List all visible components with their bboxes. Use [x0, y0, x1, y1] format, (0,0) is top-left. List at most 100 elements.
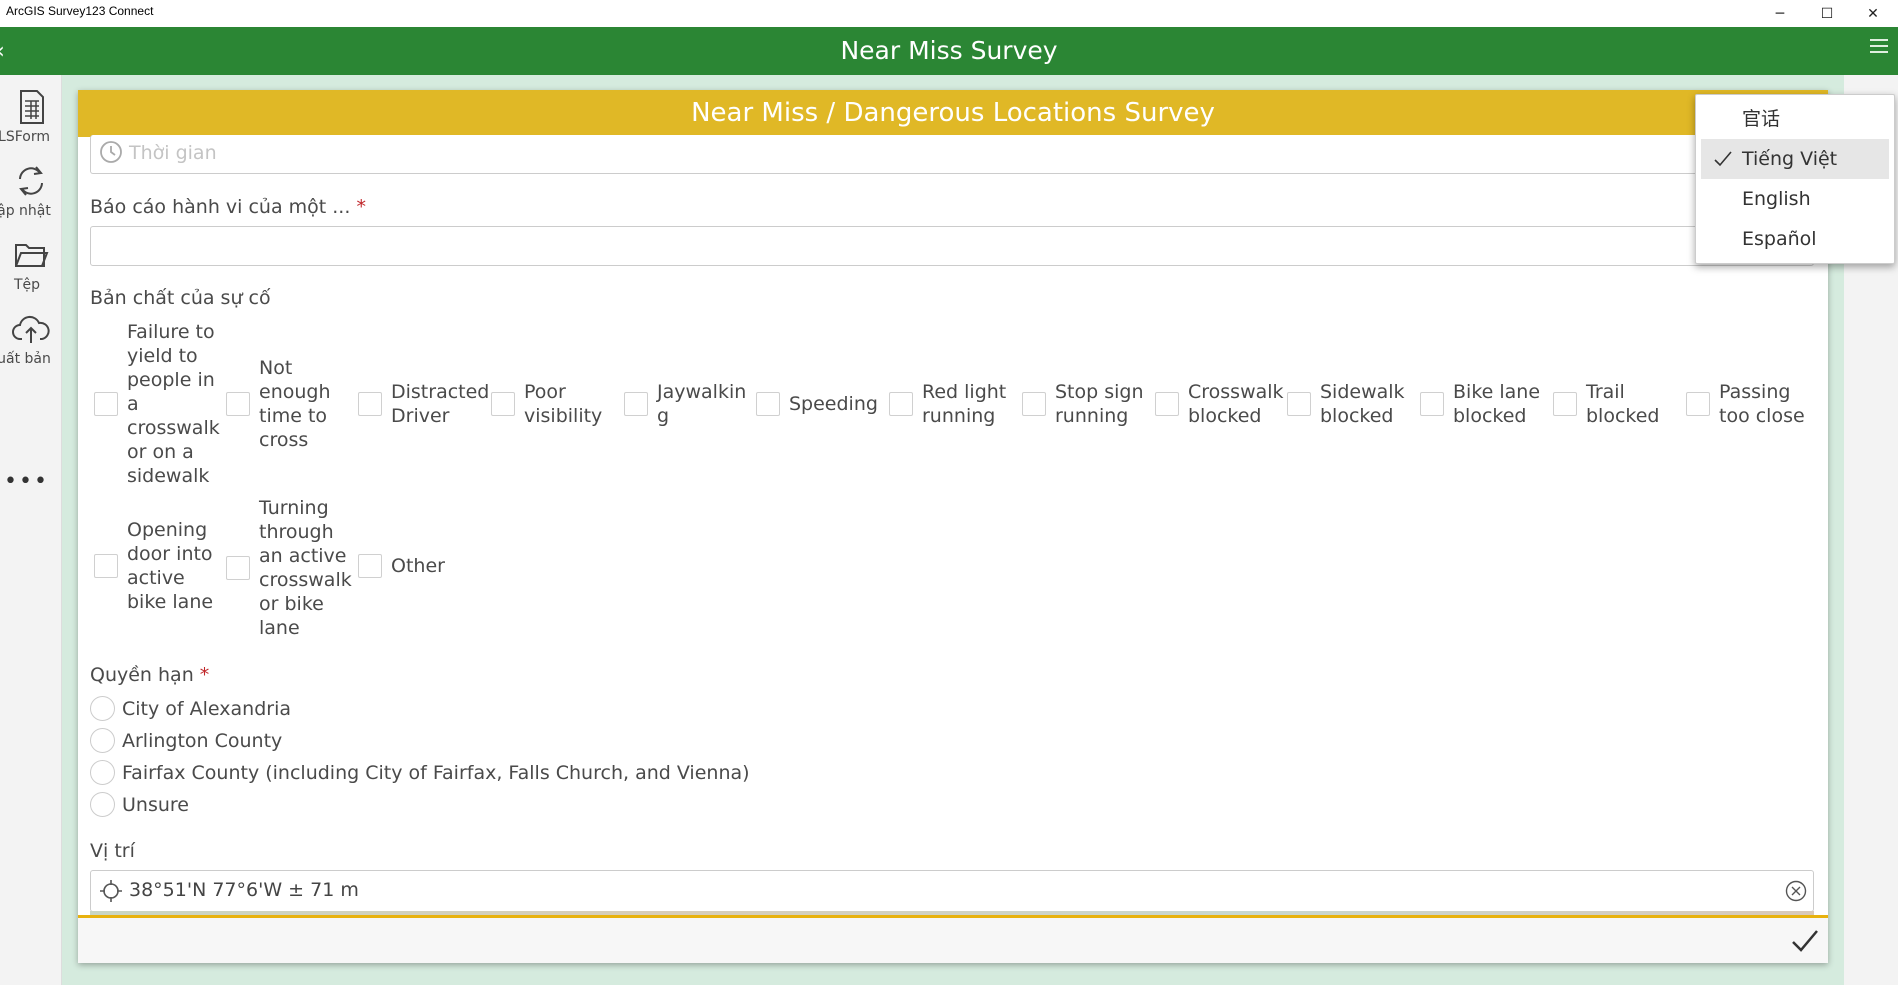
checkbox-passing-too-close[interactable]: Passing too close: [1686, 380, 1827, 428]
checkbox-box[interactable]: [1287, 392, 1311, 416]
checkbox-poor-visibility[interactable]: Poor visibility: [491, 380, 614, 428]
checkbox-not-enough-time[interactable]: Not enough time to cross: [226, 356, 337, 452]
radio-label: Unsure: [122, 793, 189, 816]
checkbox-label: Not enough time to cross: [259, 357, 331, 451]
time-placeholder: Thời gian: [129, 142, 217, 164]
minimize-button[interactable]: ─: [1758, 0, 1802, 27]
checkbox-label: Trail blocked: [1586, 381, 1660, 427]
report-label: Báo cáo hành vi của một ... *: [90, 196, 366, 218]
checkbox-distracted-driver[interactable]: Distracted Driver: [358, 380, 491, 428]
radio-circle[interactable]: [90, 792, 115, 817]
checkbox-box[interactable]: [1553, 392, 1577, 416]
checkbox-label: Speeding: [789, 393, 878, 415]
checkbox-label: Red light running: [922, 381, 1007, 427]
checkbox-label: Turning through an active crosswalk or b…: [259, 497, 352, 639]
checkbox-bike-lane-blocked[interactable]: Bike lane blocked: [1420, 380, 1545, 428]
checkbox-failure-to-yield[interactable]: Failure to yield to people in a crosswal…: [94, 320, 220, 488]
location-label: Vị trí: [90, 840, 135, 862]
sidebar-item-label: uất bản: [0, 351, 51, 367]
checkbox-label: Bike lane blocked: [1453, 381, 1541, 427]
checkbox-label: Stop sign running: [1055, 381, 1144, 427]
radio-circle[interactable]: [90, 728, 115, 753]
radio-label: City of Alexandria: [122, 697, 291, 720]
checkbox-box[interactable]: [94, 554, 118, 578]
checkbox-turning-through[interactable]: Turning through an active crosswalk or b…: [226, 496, 353, 640]
sidebar-item-label: LSForm: [0, 129, 50, 145]
checkbox-speeding[interactable]: Speeding: [756, 392, 883, 416]
required-mark: *: [199, 664, 210, 686]
sidebar-item-files[interactable]: Tệp: [0, 237, 62, 293]
more-options-button[interactable]: •••: [4, 469, 49, 494]
checkbox-trail-blocked[interactable]: Trail blocked: [1553, 380, 1676, 428]
radio-label: Arlington County: [122, 729, 283, 752]
checkbox-jaywalking[interactable]: Jaywalking: [624, 380, 749, 428]
language-option-mandarin[interactable]: 官话: [1696, 99, 1896, 139]
radio-arlington-county[interactable]: Arlington County: [90, 728, 282, 753]
checkbox-crosswalk-blocked[interactable]: Crosswalk blocked: [1155, 380, 1288, 428]
close-window-button[interactable]: ✕: [1851, 0, 1895, 27]
sidebar-item-label: Tệp: [13, 277, 41, 293]
checkbox-opening-door[interactable]: Opening door into active bike lane: [94, 518, 217, 614]
app-bar: ‹ Near Miss Survey: [0, 27, 1898, 75]
checkbox-label: Crosswalk blocked: [1188, 381, 1284, 427]
sidebar-item-label: ập nhật: [0, 203, 51, 219]
maximize-button[interactable]: ☐: [1805, 0, 1849, 27]
location-input[interactable]: 38°51'N 77°6'W ± 71 m: [90, 870, 1814, 912]
form-header: Near Miss / Dangerous Locations Survey: [78, 90, 1828, 137]
checkbox-box[interactable]: [624, 392, 648, 416]
checkbox-box[interactable]: [491, 392, 515, 416]
sidebar-item-publish[interactable]: uất bản: [0, 311, 62, 367]
radio-fairfax-county[interactable]: Fairfax County (including City of Fairfa…: [90, 760, 750, 785]
language-option-spanish[interactable]: Español: [1696, 219, 1896, 259]
jurisdiction-label-text: Quyền hạn: [90, 664, 194, 686]
radio-city-of-alexandria[interactable]: City of Alexandria: [90, 696, 291, 721]
checkbox-label: Poor visibility: [524, 381, 603, 427]
checkbox-box[interactable]: [1420, 392, 1444, 416]
language-option-english[interactable]: English: [1696, 179, 1896, 219]
form-footer: [78, 915, 1828, 963]
checkbox-box[interactable]: [1022, 392, 1046, 416]
language-option-vietnamese[interactable]: Tiếng Việt: [1701, 139, 1889, 179]
checkbox-label: Jaywalking: [657, 381, 747, 427]
time-input[interactable]: Thời gian: [90, 135, 1814, 174]
checkbox-box[interactable]: [94, 392, 118, 416]
checkbox-stop-sign-running[interactable]: Stop sign running: [1022, 380, 1150, 428]
radio-unsure[interactable]: Unsure: [90, 792, 189, 817]
clear-icon[interactable]: [1785, 880, 1807, 902]
jurisdiction-label: Quyền hạn *: [90, 664, 209, 686]
checkbox-box[interactable]: [889, 392, 913, 416]
language-menu: 官话 Tiếng Việt English Español: [1695, 94, 1895, 264]
survey-form: Near Miss / Dangerous Locations Survey T…: [78, 90, 1828, 963]
checkbox-box[interactable]: [1155, 392, 1179, 416]
sidebar-item-update[interactable]: ập nhật: [0, 163, 62, 219]
submit-check-icon[interactable]: [1790, 927, 1820, 955]
checkbox-label: Other: [391, 555, 445, 577]
checkbox-box[interactable]: [226, 556, 250, 580]
folder-icon: [15, 244, 49, 267]
crosshair-icon: [100, 880, 122, 902]
checkbox-other[interactable]: Other: [358, 554, 471, 578]
sidebar-item-xlsform[interactable]: LSForm: [0, 89, 62, 145]
radio-circle[interactable]: [90, 696, 115, 721]
required-mark: *: [356, 196, 366, 218]
checkbox-label: Sidewalk blocked: [1320, 381, 1405, 427]
nature-label: Bản chất của sự cố: [90, 287, 271, 309]
left-sidebar: LSForm ập nhật Tệp uất bản •••: [0, 75, 62, 985]
checkbox-box[interactable]: [358, 392, 382, 416]
radio-circle[interactable]: [90, 760, 115, 785]
checkbox-sidewalk-blocked[interactable]: Sidewalk blocked: [1287, 380, 1412, 428]
cloud-upload-icon: [12, 315, 50, 343]
checkbox-red-light-running[interactable]: Red light running: [889, 380, 1012, 428]
report-input[interactable]: [90, 226, 1814, 266]
checkbox-box[interactable]: [358, 554, 382, 578]
checkbox-label: Failure to yield to people in a crosswal…: [127, 321, 220, 487]
language-option-label: Tiếng Việt: [1742, 148, 1838, 170]
clock-icon: [100, 141, 122, 163]
checkbox-box[interactable]: [226, 392, 250, 416]
checkbox-box[interactable]: [756, 392, 780, 416]
checkbox-box[interactable]: [1686, 392, 1710, 416]
checkbox-label: Opening door into active bike lane: [127, 519, 214, 613]
window-title: ArcGIS Survey123 Connect: [6, 4, 154, 18]
radio-label: Fairfax County (including City of Fairfa…: [122, 761, 750, 784]
hamburger-menu-icon[interactable]: [1870, 39, 1888, 57]
